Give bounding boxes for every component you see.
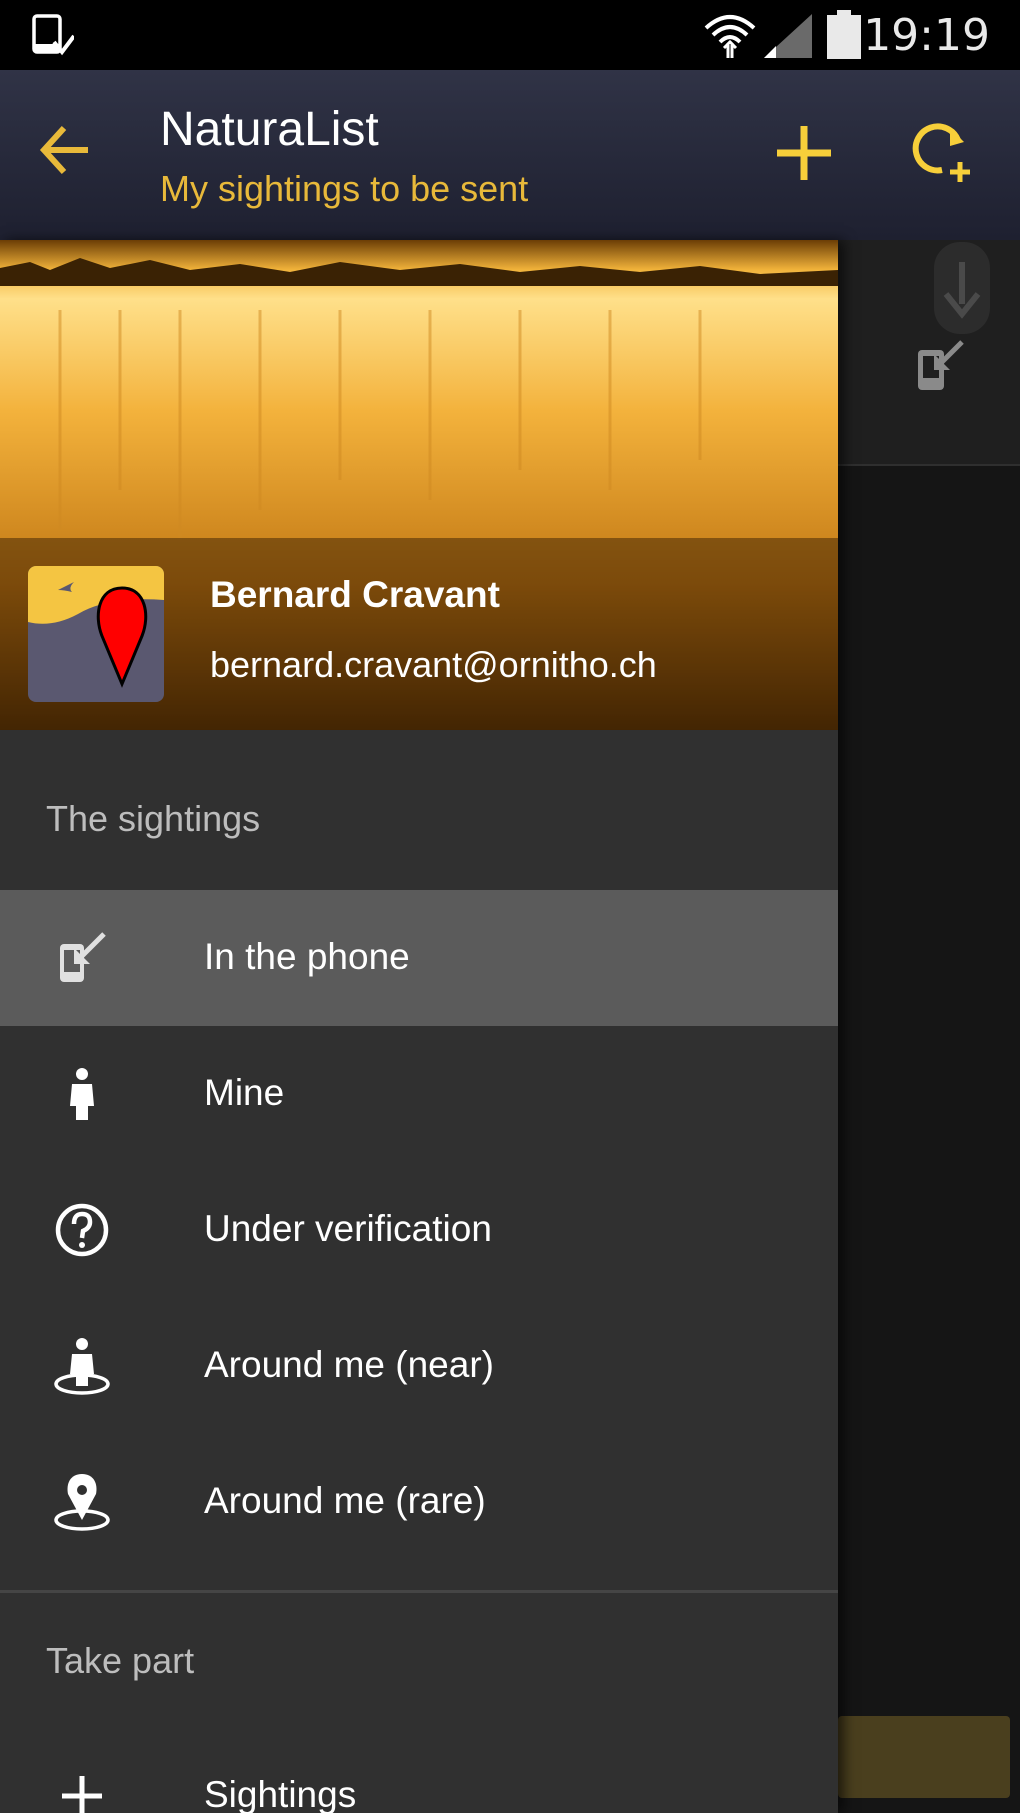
clock: 19:19 bbox=[863, 10, 990, 61]
person-icon bbox=[70, 1068, 94, 1120]
menu-item-under-verification[interactable]: Under verification bbox=[0, 1162, 838, 1298]
menu-item-label: Around me (rare) bbox=[204, 1480, 486, 1521]
menu-item-label: Under verification bbox=[204, 1208, 492, 1249]
pin-radius-icon bbox=[54, 1474, 110, 1531]
app-title: NaturaList bbox=[160, 103, 379, 156]
menu-item-label: Sightings bbox=[204, 1774, 357, 1813]
menu-item-around-me-rare[interactable]: Around me (rare) bbox=[0, 1434, 838, 1570]
plus-icon bbox=[62, 1776, 102, 1813]
menu-item-in-the-phone[interactable]: In the phone bbox=[0, 890, 838, 1026]
section-heading-take-part: Take part bbox=[46, 1640, 195, 1681]
back-arrow-icon[interactable] bbox=[36, 120, 96, 180]
list-item bbox=[838, 240, 1020, 466]
app-bar: NaturaList My sightings to be sent bbox=[0, 70, 1020, 240]
down-arrow-icon bbox=[934, 242, 990, 334]
question-circle-icon bbox=[55, 1203, 109, 1257]
person-radius-icon bbox=[54, 1338, 110, 1395]
menu-item-around-me-near[interactable]: Around me (near) bbox=[0, 1298, 838, 1434]
wifi-icon bbox=[704, 15, 756, 58]
navigation-drawer: Bernard Cravant bernard.cravant@ornitho.… bbox=[0, 240, 838, 1813]
status-bar: 19:19 bbox=[0, 0, 1020, 70]
add-icon[interactable] bbox=[773, 122, 835, 184]
menu-item-label: Mine bbox=[204, 1072, 285, 1113]
divider bbox=[0, 1590, 838, 1593]
menu-item-sightings[interactable]: Sightings bbox=[0, 1728, 838, 1813]
app-logo-avatar[interactable] bbox=[28, 566, 164, 702]
section-heading-sightings: The sightings bbox=[46, 798, 261, 839]
menu-item-label: Around me (near) bbox=[204, 1344, 494, 1385]
app-subtitle: My sightings to be sent bbox=[160, 168, 529, 209]
menu-item-mine[interactable]: Mine bbox=[0, 1026, 838, 1162]
phone-import-icon bbox=[918, 340, 964, 390]
user-email: bernard.cravant@ornitho.ch bbox=[210, 644, 657, 685]
user-name: Bernard Cravant bbox=[210, 574, 500, 615]
battery-icon bbox=[827, 10, 861, 59]
refresh-add-icon[interactable] bbox=[906, 118, 974, 186]
send-button[interactable] bbox=[838, 1716, 1010, 1798]
menu-item-label: In the phone bbox=[204, 936, 410, 977]
signal-icon bbox=[764, 14, 812, 58]
phone-download-icon bbox=[32, 14, 74, 56]
phone-import-icon bbox=[60, 932, 106, 982]
background-content bbox=[838, 240, 1020, 1813]
